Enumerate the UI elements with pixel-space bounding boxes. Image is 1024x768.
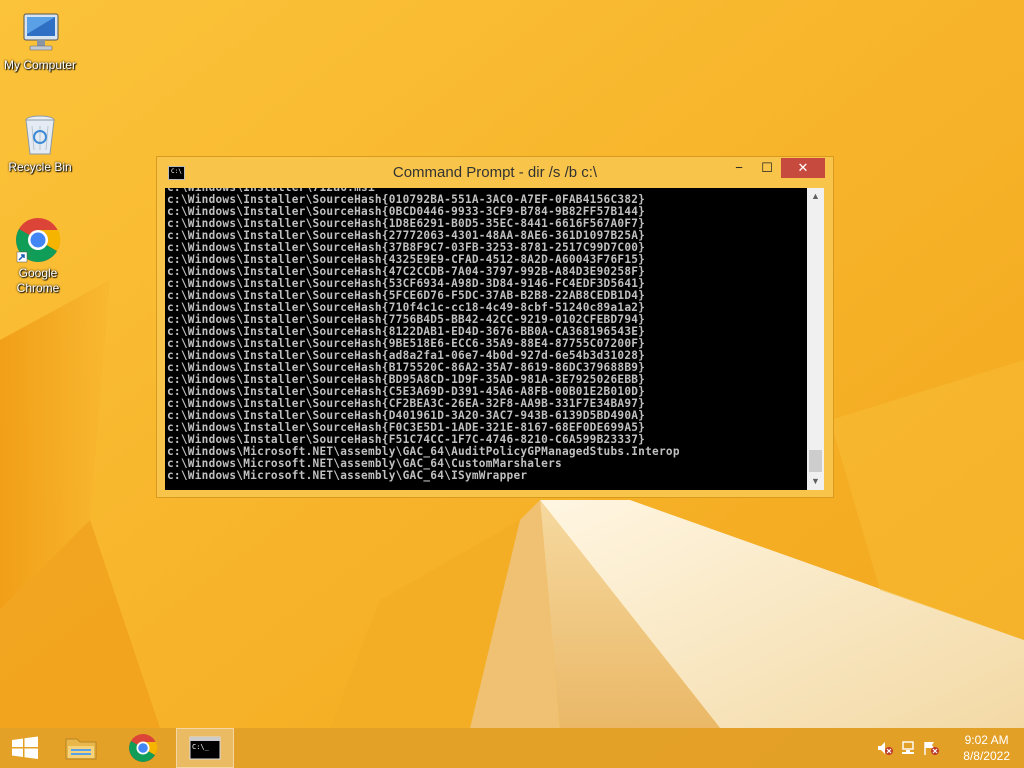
folder-icon (65, 738, 97, 760)
recycle-bin-icon (25, 115, 55, 155)
clock-date: 8/8/2022 (963, 749, 1010, 763)
scroll-up-arrow[interactable]: ▲ (807, 188, 824, 205)
title-bar[interactable]: C:\ Command Prompt - dir /s /b c:\ − ☐ ✕ (157, 157, 833, 188)
command-prompt-window[interactable]: C:\ Command Prompt - dir /s /b c:\ − ☐ ✕… (156, 156, 834, 498)
network-icon[interactable] (900, 740, 918, 756)
action-center-flag-icon[interactable] (922, 740, 940, 756)
speaker-muted-icon[interactable] (876, 740, 894, 756)
close-button[interactable]: ✕ (781, 158, 825, 178)
google-chrome-label: Google Chrome (16, 266, 60, 295)
minimize-button[interactable]: − (725, 158, 753, 178)
computer-icon (23, 13, 59, 51)
clock-time: 9:02 AM (964, 733, 1009, 747)
system-tray: 9:02 AM 8/8/2022 (864, 728, 1024, 768)
chrome-taskbar-icon (129, 734, 158, 762)
windows-logo-icon (12, 736, 38, 759)
command-prompt-taskbar-icon: C:\_ (189, 736, 221, 760)
scroll-down-arrow[interactable]: ▼ (807, 473, 824, 490)
chrome-icon (16, 218, 61, 263)
recycle-bin-shortcut[interactable]: Recycle Bin (0, 112, 80, 175)
recycle-bin-label: Recycle Bin (8, 160, 72, 174)
console-line: c:\Windows\Microsoft.NET\assembly\GAC_64… (167, 469, 528, 482)
start-button[interactable] (0, 728, 52, 768)
clock[interactable]: 9:02 AM 8/8/2022 (963, 732, 1010, 764)
chrome-taskbar-button[interactable] (117, 728, 169, 768)
vertical-scrollbar[interactable]: ▲ ▼ (807, 188, 824, 490)
google-chrome-shortcut[interactable]: Google Chrome (0, 216, 78, 296)
svg-text:C:\_: C:\_ (192, 743, 210, 751)
command-prompt-taskbar-button[interactable]: C:\_ (176, 728, 234, 768)
taskbar: C:\_ 9:02 AM 8/8/2022 (0, 728, 1024, 768)
scroll-thumb[interactable] (809, 450, 822, 472)
my-computer-label: My Computer (3, 58, 77, 72)
maximize-button[interactable]: ☐ (753, 158, 781, 178)
console-output-area[interactable]: c:\Windows\Installer\712a6.msi c:\Window… (165, 188, 807, 490)
file-explorer-button[interactable] (55, 728, 107, 768)
desktop: My Computer Recycle Bin Google Chrome C:… (0, 0, 1024, 768)
console-output-text: c:\Windows\Installer\712a6.msi c:\Window… (167, 188, 680, 482)
my-computer-shortcut[interactable]: My Computer (0, 10, 80, 73)
